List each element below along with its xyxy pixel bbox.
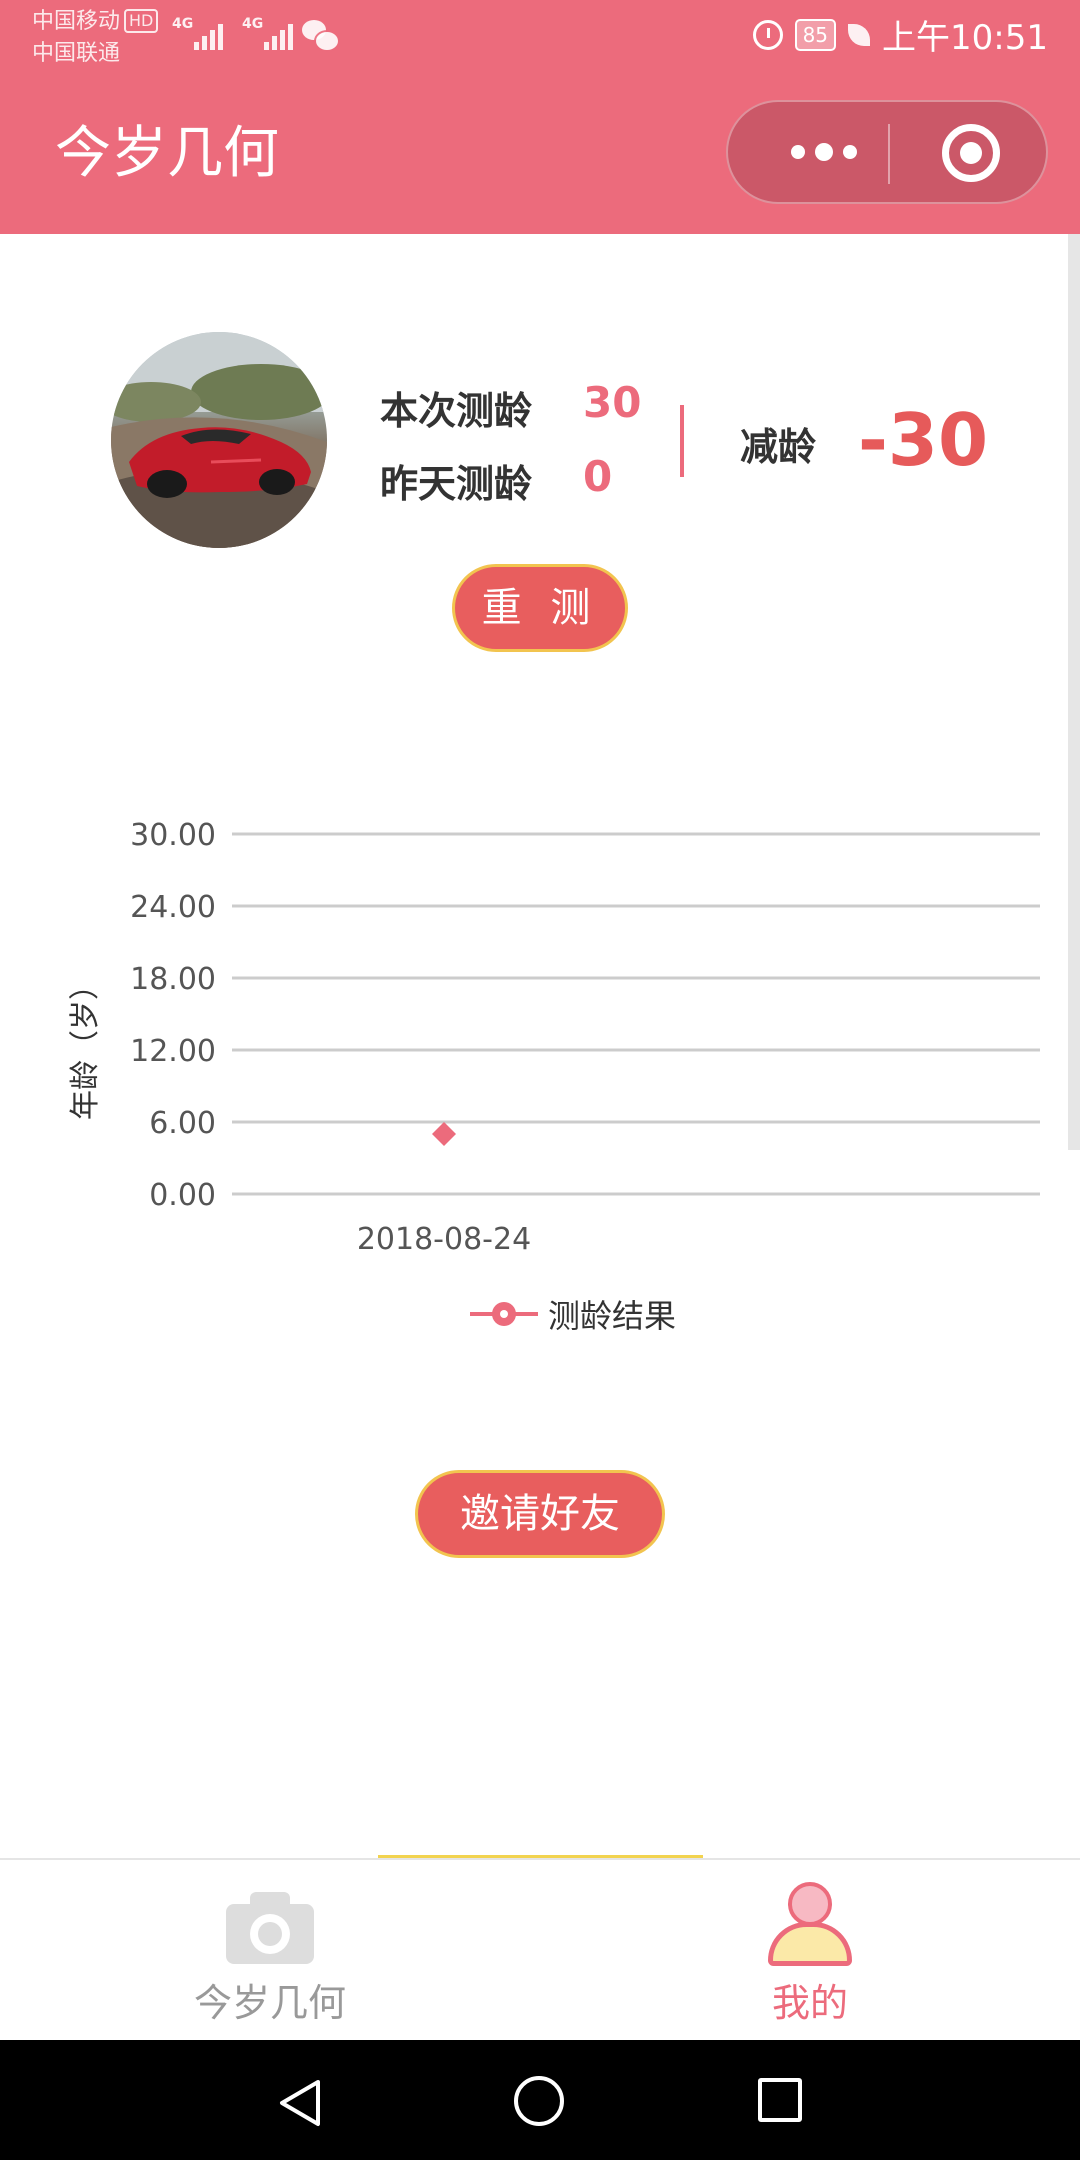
- data-point[interactable]: [432, 1122, 456, 1146]
- hd-badge: HD: [124, 9, 159, 33]
- y-tick-label: 24.00: [130, 890, 216, 925]
- tab-mine[interactable]: 我的: [540, 1860, 1080, 2042]
- camera-icon: [226, 1888, 314, 1966]
- age-chart: 30.0024.0018.0012.006.000.00 2018-08-24 …: [68, 818, 1040, 1257]
- chart-legend[interactable]: 测龄结果: [470, 1292, 676, 1336]
- reduce-age-value: -30: [858, 398, 989, 482]
- yesterday-age-label: 昨天测龄: [380, 462, 533, 506]
- y-tick-label: 0.00: [149, 1178, 216, 1213]
- tab-mine-label: 我的: [771, 1981, 848, 2025]
- signal-icon: 4G: [242, 14, 298, 54]
- battery-icon: 85: [794, 18, 837, 51]
- x-axis-ticks: 2018-08-24: [357, 1222, 531, 1257]
- current-age-value: 30: [583, 378, 642, 427]
- person-icon: [768, 1882, 852, 1966]
- signal-icon: 4G: [172, 14, 228, 54]
- status-right: 85 上午10:51: [752, 10, 1048, 59]
- wechat-icon: [302, 20, 340, 52]
- alarm-icon: [752, 19, 783, 50]
- x-tick-label: 2018-08-24: [357, 1222, 531, 1257]
- y-tick-label: 18.00: [130, 962, 216, 997]
- y-tick-label: 30.00: [130, 818, 216, 853]
- retest-button[interactable]: 重 测: [452, 564, 628, 652]
- page-title: 今岁几何: [55, 121, 279, 186]
- tab-home[interactable]: 今岁几何: [0, 1860, 540, 2042]
- divider: [680, 405, 684, 477]
- avatar[interactable]: [111, 332, 327, 548]
- legend-label: 测龄结果: [548, 1297, 677, 1335]
- network-type-1: 4G: [172, 16, 194, 32]
- signal-indicators: 4G 4G: [172, 14, 298, 54]
- back-icon[interactable]: [276, 2078, 326, 2128]
- reduce-age-label: 减龄: [740, 425, 817, 469]
- y-tick-label: 6.00: [149, 1106, 216, 1141]
- clock: 上午10:51: [882, 18, 1048, 58]
- more-dots-icon[interactable]: [774, 102, 874, 202]
- carrier-info: 中国移动 HD 中国联通: [32, 6, 159, 70]
- target-close-icon[interactable]: [942, 124, 1000, 182]
- leaf-icon: [848, 23, 871, 46]
- legend-marker-icon: [470, 1292, 538, 1336]
- capsule-divider: [888, 124, 890, 184]
- data-points: [432, 1122, 456, 1146]
- mini-program-capsule: [726, 100, 1048, 204]
- carrier-2: 中国联通: [32, 41, 121, 66]
- car-photo: [111, 332, 327, 548]
- recent-apps-icon[interactable]: [758, 2078, 802, 2122]
- app-header: 中国移动 HD 中国联通 4G 4G 85 上午10:51 今岁几何: [0, 0, 1080, 234]
- y-axis-ticks: 30.00 24.00 18.00 12.00 6.00 0.00: [130, 818, 216, 1213]
- yesterday-age-value: 0: [583, 452, 613, 501]
- current-age-label: 本次测龄: [380, 389, 533, 433]
- tab-bar: 今岁几何 我的: [0, 1858, 1080, 2042]
- system-nav-bar: [0, 2040, 1080, 2160]
- invite-friends-button[interactable]: 邀请好友: [415, 1470, 665, 1558]
- network-type-2: 4G: [242, 16, 264, 32]
- y-tick-label: 12.00: [130, 1034, 216, 1069]
- home-icon[interactable]: [514, 2076, 564, 2126]
- chart-grid: [232, 832, 1040, 1196]
- carrier-1: 中国移动: [32, 9, 121, 34]
- tab-home-label: 今岁几何: [193, 1981, 346, 2025]
- y-axis-label: 年龄（岁）: [68, 970, 103, 1120]
